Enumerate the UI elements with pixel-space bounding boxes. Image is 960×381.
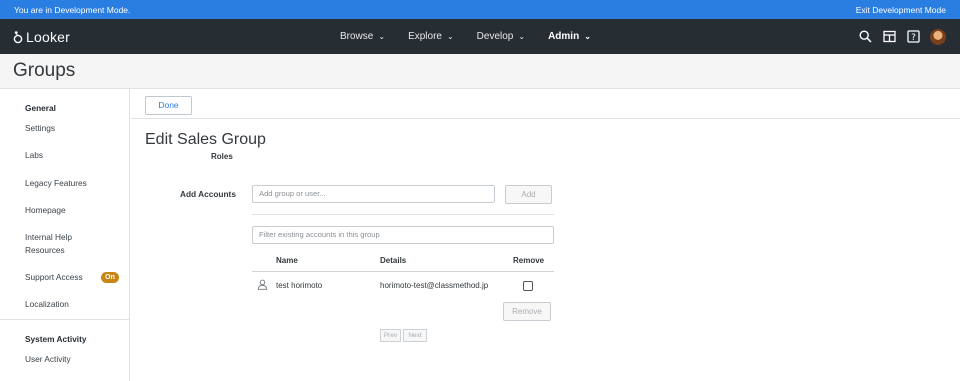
remove-button[interactable]: Remove: [503, 302, 551, 321]
development-mode-bar: You are in Development Mode. Exit Develo…: [0, 0, 960, 19]
next-page-button[interactable]: Next: [403, 329, 427, 342]
edit-group-title: Edit Sales Group: [145, 131, 266, 148]
section-divider: [252, 214, 554, 215]
help-icon[interactable]: ?: [905, 29, 921, 45]
sidebar-item-localization[interactable]: Localization: [25, 298, 69, 310]
marketplace-icon[interactable]: [881, 29, 897, 45]
development-mode-message: You are in Development Mode.: [14, 5, 131, 15]
nav-icon-group: ?: [849, 19, 946, 54]
nav-develop[interactable]: Develop ⌄: [477, 31, 525, 42]
sidebar-item-internal-help-line2[interactable]: Resources: [25, 244, 65, 256]
column-header-details: Details: [380, 256, 407, 265]
nav-explore[interactable]: Explore ⌄: [408, 31, 454, 42]
page-header: Groups: [0, 54, 960, 89]
sidebar-item-homepage[interactable]: Homepage: [25, 204, 66, 216]
sidebar-item-settings[interactable]: Settings: [25, 122, 55, 134]
sidebar-divider: [0, 319, 130, 320]
page-title: Groups: [13, 60, 76, 81]
add-account-input[interactable]: Add group or user...: [252, 185, 495, 203]
looker-logo[interactable]: Looker: [13, 28, 70, 46]
account-details-cell: horimoto-test@classmethod.jp: [380, 281, 489, 290]
prev-page-button[interactable]: Prev: [380, 329, 401, 342]
sidebar-item-legacy-features[interactable]: Legacy Features: [25, 177, 87, 189]
nav-browse-label: Browse: [340, 31, 374, 42]
admin-sidebar: General Settings Labs Legacy Features Ho…: [0, 89, 130, 381]
sidebar-item-internal-help-line1[interactable]: Internal Help: [25, 231, 72, 243]
looker-logo-icon: [13, 31, 23, 44]
user-icon: [257, 279, 268, 290]
brand-name: Looker: [26, 29, 71, 45]
nav-browse[interactable]: Browse ⌄: [340, 31, 385, 42]
chevron-down-icon: ⌄: [378, 32, 386, 41]
svg-text:?: ?: [911, 33, 916, 43]
column-header-name: Name: [276, 256, 298, 265]
add-button[interactable]: Add: [505, 185, 552, 204]
remove-account-checkbox[interactable]: [523, 281, 533, 291]
action-toolbar: [131, 89, 960, 119]
search-icon[interactable]: [857, 29, 873, 45]
account-name-cell: test horimoto: [276, 281, 323, 290]
main-menu: Browse ⌄ Explore ⌄ Develop ⌄ Admin ⌄: [340, 19, 614, 54]
table-header-divider: [252, 271, 554, 272]
top-navigation: Looker Browse ⌄ Explore ⌄ Develop ⌄ Admi…: [0, 19, 960, 54]
done-button[interactable]: Done: [145, 96, 192, 115]
nav-admin-label: Admin: [548, 31, 580, 42]
sidebar-item-support-access[interactable]: Support Access: [25, 271, 83, 283]
nav-admin[interactable]: Admin ⌄: [548, 31, 591, 42]
sidebar-header-system-activity: System Activity: [25, 334, 87, 344]
filter-accounts-input[interactable]: Filter existing accounts in this group: [252, 226, 554, 244]
nav-develop-label: Develop: [476, 31, 514, 42]
chevron-down-icon: ⌄: [518, 32, 526, 41]
column-header-remove: Remove: [513, 256, 545, 265]
exit-development-mode-link[interactable]: Exit Development Mode: [856, 5, 946, 15]
sidebar-item-user-activity[interactable]: User Activity: [25, 353, 71, 365]
avatar[interactable]: [930, 28, 946, 45]
chevron-down-icon: ⌄: [584, 32, 591, 41]
sidebar-header-general: General: [25, 103, 56, 113]
sidebar-item-labs[interactable]: Labs: [25, 149, 43, 161]
roles-label: Roles: [211, 152, 233, 161]
support-access-status-badge: On: [101, 272, 119, 283]
nav-explore-label: Explore: [408, 31, 442, 42]
add-accounts-label: Add Accounts: [180, 189, 236, 199]
chevron-down-icon: ⌄: [446, 32, 454, 41]
